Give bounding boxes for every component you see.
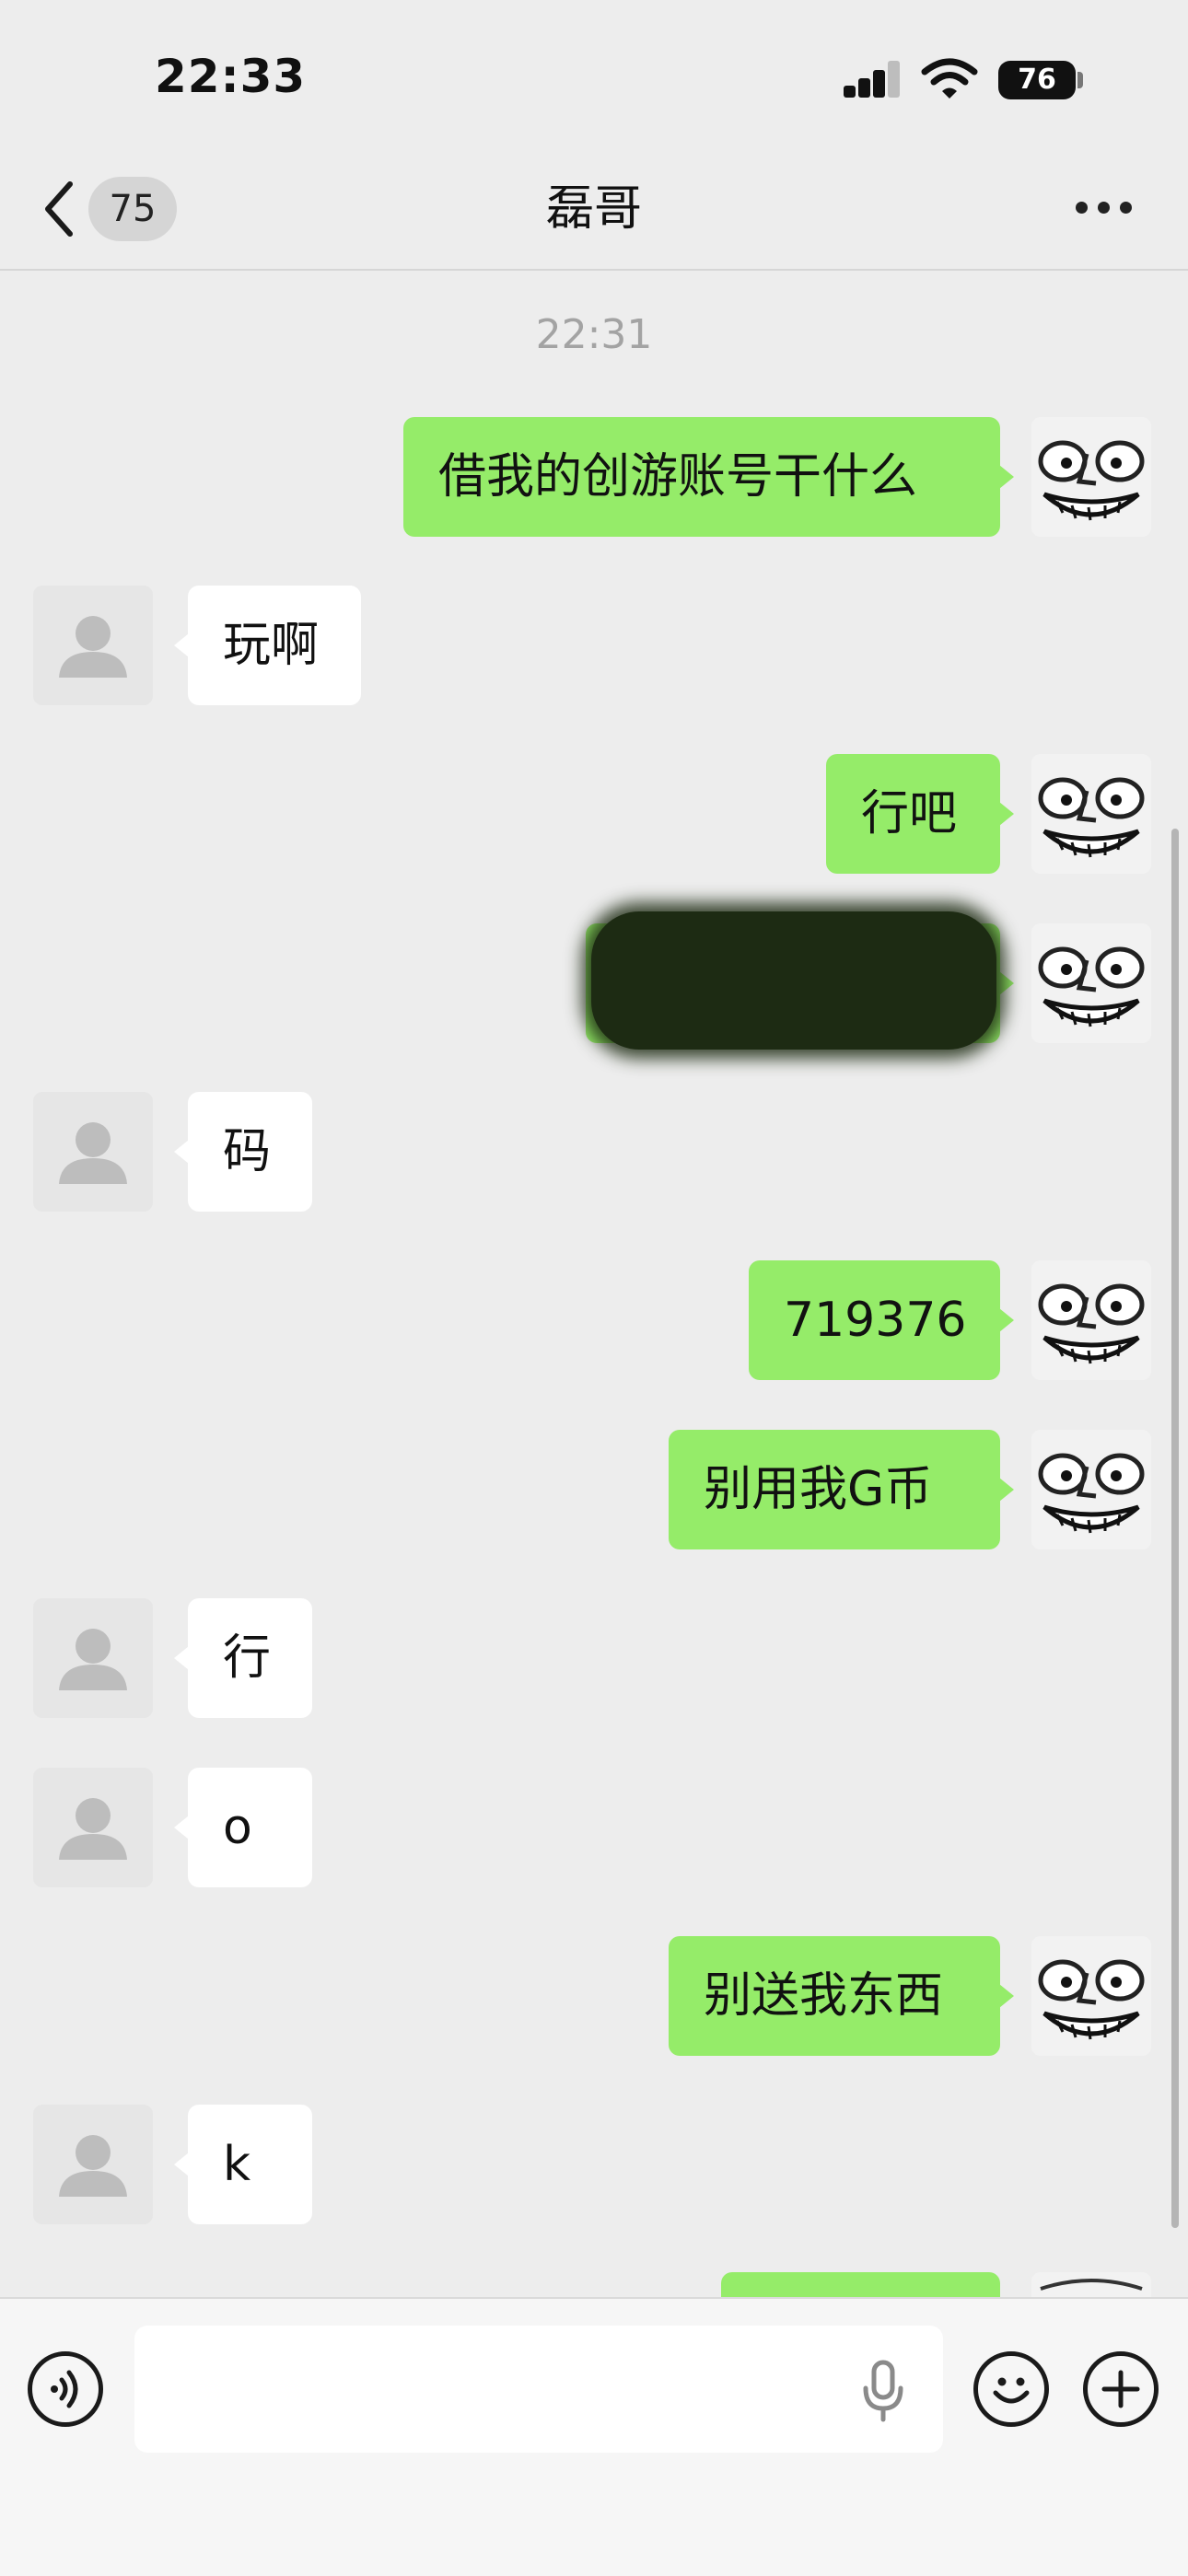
contact-avatar[interactable] bbox=[33, 2105, 153, 2224]
my-avatar[interactable] bbox=[1031, 1936, 1151, 2056]
more-icon[interactable] bbox=[1068, 190, 1138, 226]
unread-count-badge[interactable]: 75 bbox=[88, 177, 177, 241]
contact-avatar[interactable] bbox=[33, 1598, 153, 1718]
plus-icon[interactable] bbox=[1083, 2351, 1159, 2427]
battery-tip bbox=[1077, 72, 1083, 88]
incoming-message-bubble[interactable]: 行 bbox=[174, 1598, 312, 1718]
outgoing-message-bubble[interactable]: 别用我G币 bbox=[669, 1430, 1014, 1549]
contact-avatar[interactable] bbox=[33, 586, 153, 705]
redaction-scribble bbox=[591, 911, 996, 1050]
battery-icon: 76 bbox=[998, 61, 1076, 99]
my-avatar[interactable] bbox=[1031, 417, 1151, 537]
signal-icon bbox=[844, 61, 900, 98]
outgoing-message-bubble[interactable]: 719376 bbox=[749, 1260, 1014, 1380]
back-chevron-icon[interactable] bbox=[41, 180, 77, 238]
emoji-icon[interactable] bbox=[973, 2351, 1049, 2427]
my-avatar[interactable] bbox=[1031, 1260, 1151, 1380]
incoming-message-bubble[interactable]: k bbox=[174, 2105, 312, 2224]
contact-avatar[interactable] bbox=[33, 1768, 153, 1887]
voice-icon[interactable] bbox=[28, 2351, 103, 2427]
outgoing-message-bubble[interactable]: 行吧 bbox=[826, 754, 1014, 874]
chat-title: 磊哥 bbox=[545, 181, 642, 237]
microphone-icon[interactable] bbox=[860, 2359, 906, 2423]
incoming-message-bubble[interactable]: o bbox=[174, 1768, 312, 1887]
scrollbar[interactable] bbox=[1171, 829, 1179, 2228]
incoming-message-bubble[interactable]: 玩啊 bbox=[174, 586, 361, 705]
status-time: 22:33 bbox=[155, 50, 307, 103]
wifi-icon bbox=[921, 58, 978, 99]
contact-avatar[interactable] bbox=[33, 1092, 153, 1212]
message-timestamp: 22:31 bbox=[535, 311, 653, 358]
outgoing-message-bubble[interactable]: 借我的创游账号干什么 bbox=[403, 417, 1014, 537]
nav-divider bbox=[0, 269, 1188, 271]
my-avatar[interactable] bbox=[1031, 1430, 1151, 1549]
incoming-message-bubble[interactable]: 码 bbox=[174, 1092, 312, 1212]
outgoing-message-bubble[interactable]: 别送我东西 bbox=[669, 1936, 1014, 2056]
message-input[interactable] bbox=[134, 2326, 943, 2453]
my-avatar[interactable] bbox=[1031, 923, 1151, 1043]
my-avatar[interactable] bbox=[1031, 754, 1151, 874]
